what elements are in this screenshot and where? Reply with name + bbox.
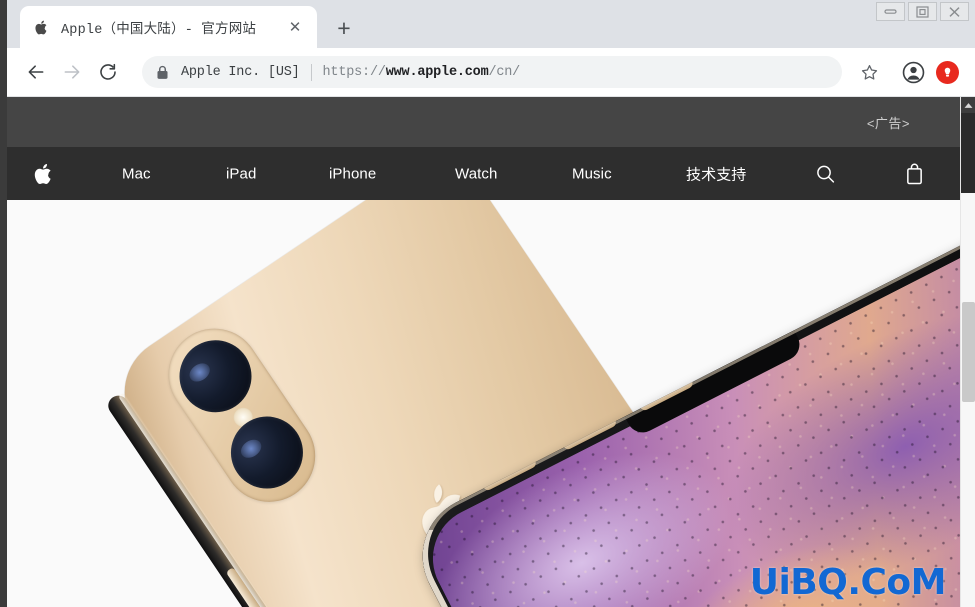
volume-up-button [225,566,273,607]
hero-right-fade [810,200,960,607]
nav-item-mac[interactable]: Mac [122,165,151,182]
address-bar[interactable]: Apple Inc. [US] https://www.apple.com/cn… [142,56,842,88]
scroll-up-arrow-icon[interactable] [961,97,975,113]
reload-button[interactable] [90,54,126,90]
ad-banner: <广告> [7,97,960,147]
window-left-edge [0,0,7,607]
browser-window: Apple（中国大陆）- 官方网站 ✕ + Apple Inc. [US] ht… [0,0,975,607]
url-host: www.apple.com [385,64,489,80]
scrollbar-thumb[interactable] [962,302,975,402]
extension-badge-icon[interactable] [936,60,959,84]
nav-item-music[interactable]: Music [572,165,612,182]
lock-icon [156,65,170,79]
forward-button[interactable] [54,54,90,90]
ad-banner-label: <广告> [866,115,910,131]
maximize-button[interactable] [908,2,937,21]
site-watermark: UiBQ.CoM [749,562,947,603]
apple-favicon-icon [32,18,50,36]
shopping-bag-icon[interactable] [905,162,924,185]
url-scheme: https:// [322,64,386,80]
bookmark-star-icon[interactable] [852,55,886,89]
tab-title: Apple（中国大陆）- 官方网站 [61,22,257,38]
back-button[interactable] [18,54,54,90]
nav-item-ipad[interactable]: iPad [226,165,256,182]
apple-global-nav: Mac iPad iPhone Watch Music 技术支持 [7,147,960,200]
nav-item-watch[interactable]: Watch [455,165,497,182]
url-text: https://www.apple.com/cn/ [323,65,521,80]
url-path: /cn/ [488,64,521,80]
profile-avatar-icon[interactable] [896,55,930,89]
apple-logo-icon[interactable] [33,161,54,186]
browser-toolbar: Apple Inc. [US] https://www.apple.com/cn… [0,48,975,97]
tab-strip: Apple（中国大陆）- 官方网站 ✕ + [0,0,975,48]
hero-product-image: UiBQ.CoM [7,200,960,607]
search-icon[interactable] [815,163,836,184]
tab-close-icon[interactable]: ✕ [285,17,305,37]
site-identity-label: Apple Inc. [US] [181,64,300,80]
camera-lens-bottom [216,402,317,503]
window-controls [873,2,969,21]
page-scrollbar[interactable] [960,97,975,607]
omnibox-divider [310,63,312,81]
camera-bump [150,310,334,520]
new-tab-button[interactable]: + [330,14,358,42]
scrollbar-track-upper [961,113,975,193]
page-viewport: <广告> Mac iPad iPhone Watch Music 技术支持 Ui… [7,97,960,607]
browser-tab-active[interactable]: Apple（中国大陆）- 官方网站 ✕ [20,6,317,48]
minimize-button[interactable] [876,2,905,21]
nav-item-support[interactable]: 技术支持 [686,163,746,184]
close-button[interactable] [940,2,969,21]
nav-item-iphone[interactable]: iPhone [329,165,376,182]
